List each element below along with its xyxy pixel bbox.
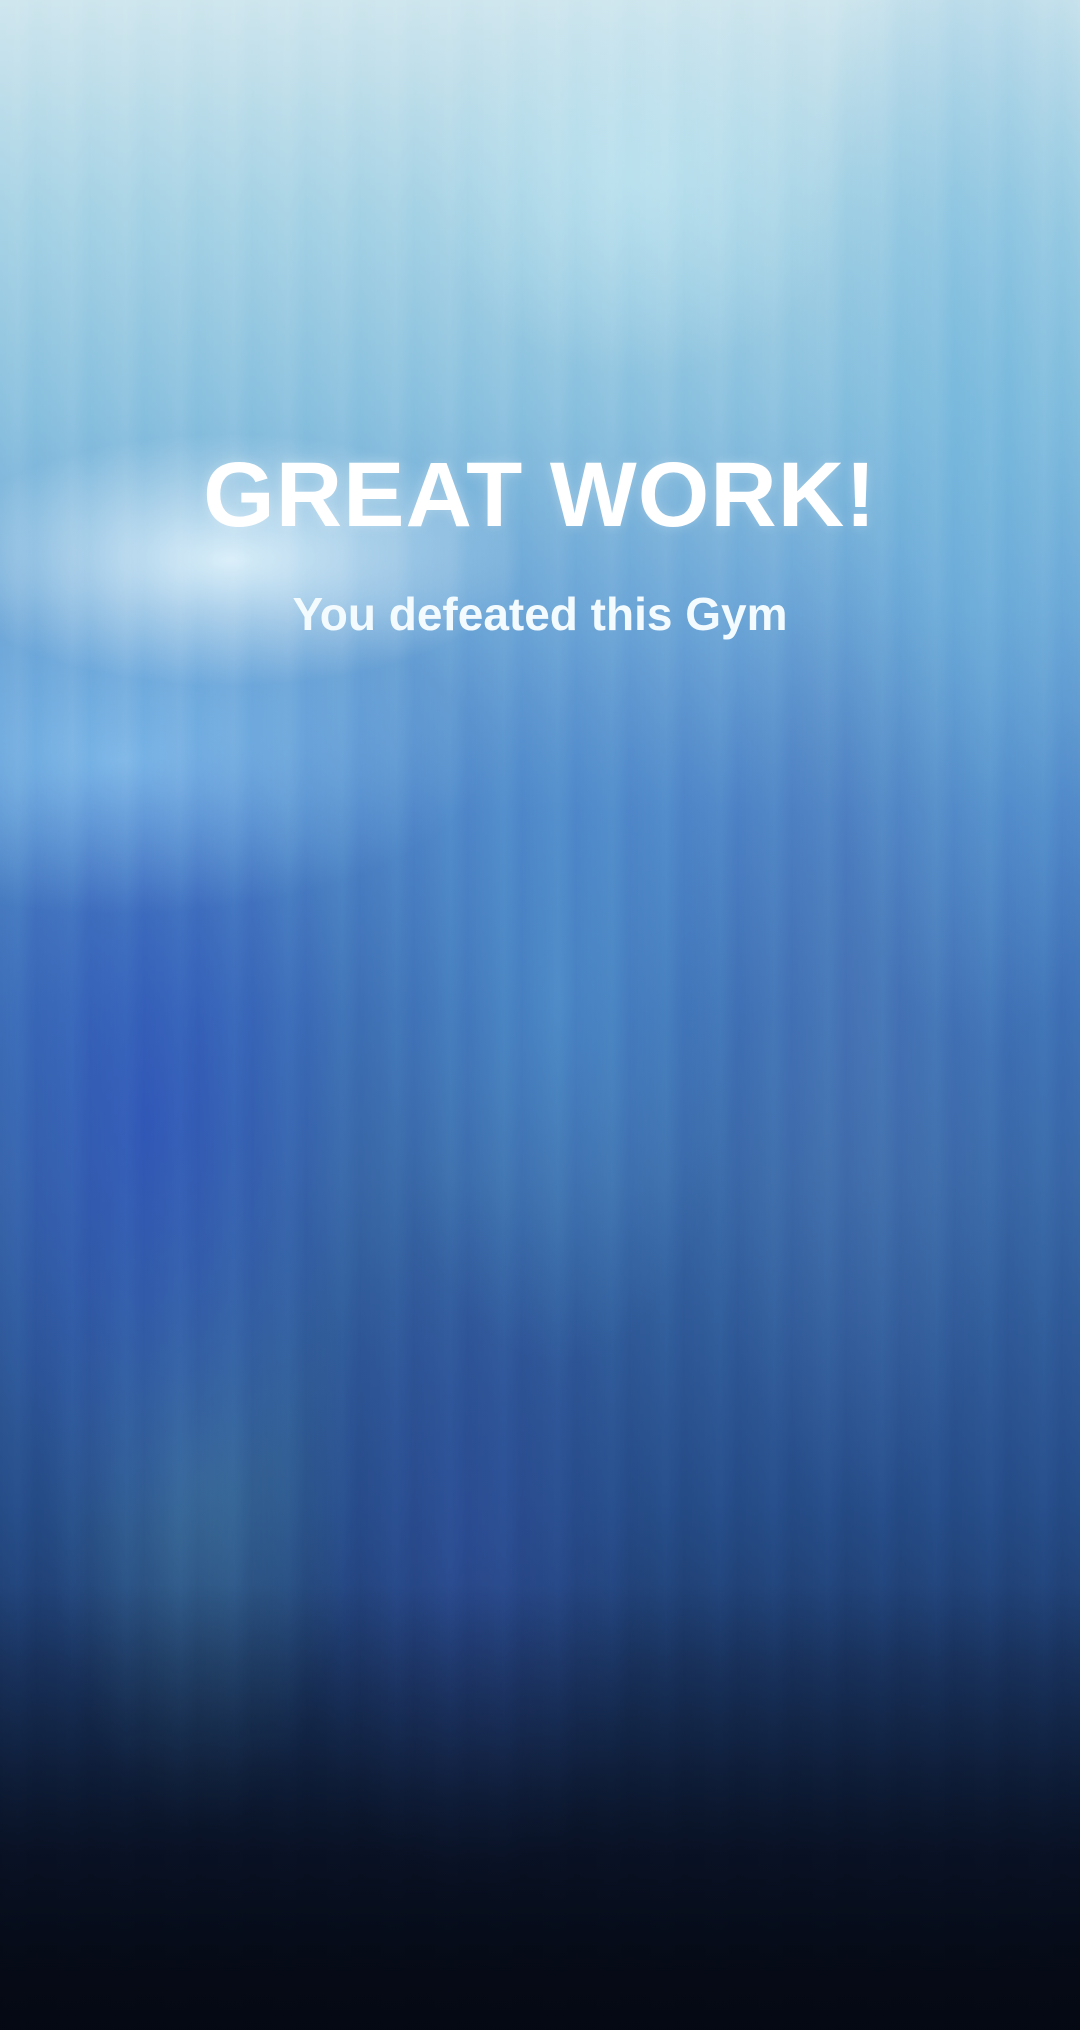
victory-subtitle: You defeated this Gym [292, 588, 788, 640]
victory-message: GREAT WORK! You defeated this Gym [0, 440, 1080, 642]
victory-title: GREAT WORK! [203, 444, 877, 546]
background-bottom-fade [0, 0, 1080, 2030]
gym-victory-screen[interactable]: GREAT WORK! You defeated this Gym [0, 0, 1080, 2030]
